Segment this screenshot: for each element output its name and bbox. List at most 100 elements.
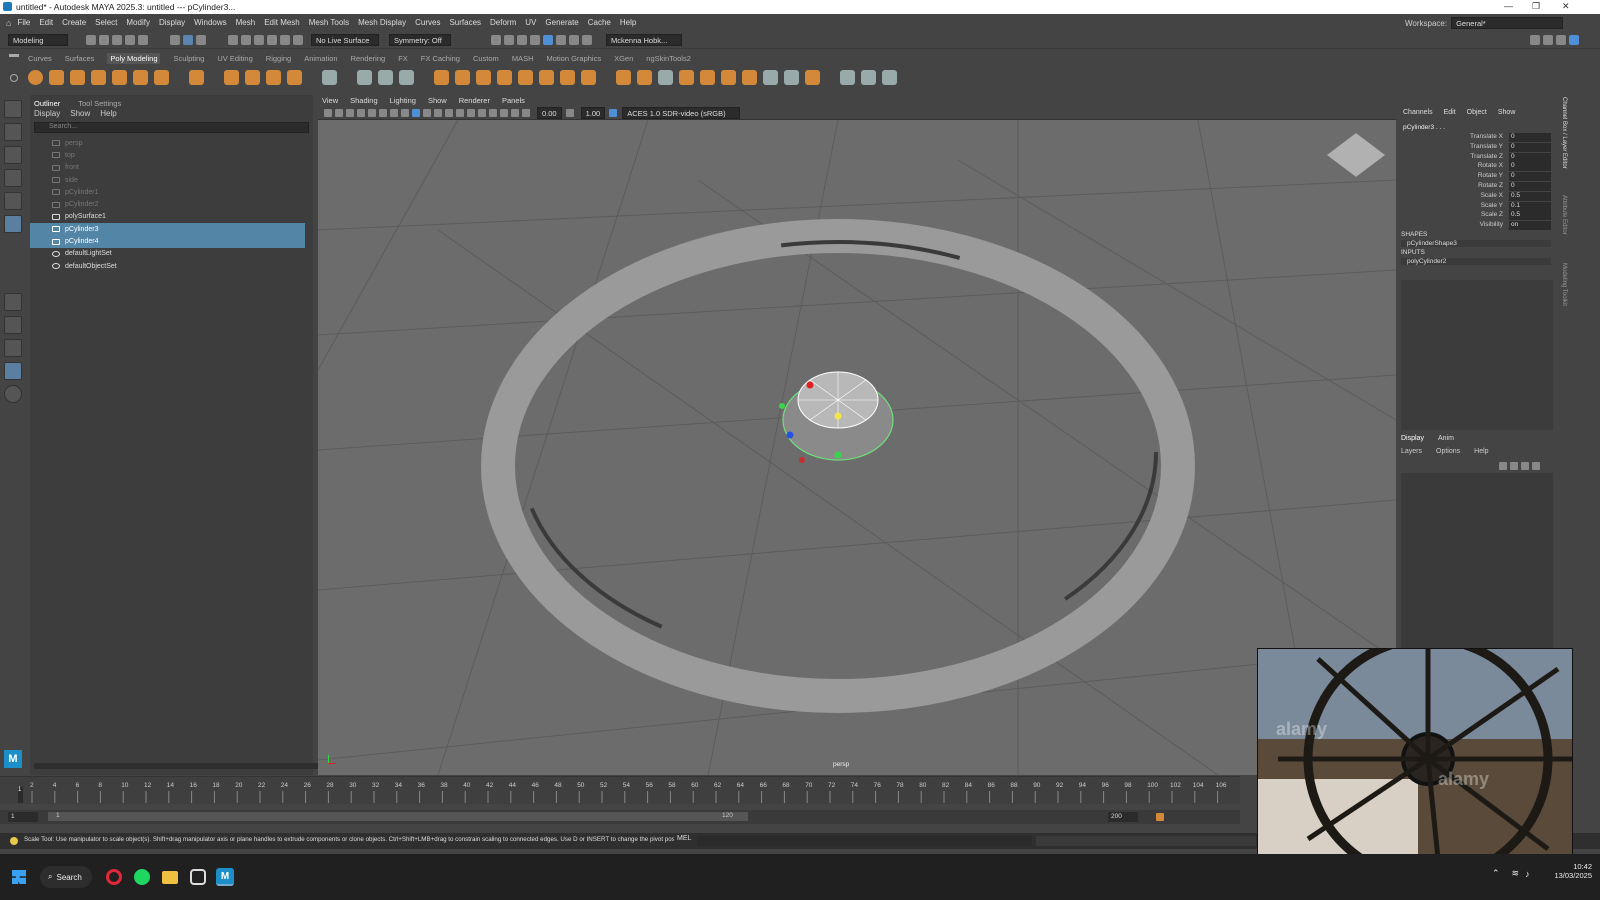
snap-view-icon[interactable] xyxy=(267,34,277,45)
menu-deform[interactable]: Deform xyxy=(490,18,516,27)
tab-tool-settings[interactable]: Tool Settings xyxy=(78,99,121,108)
motion-blur-icon[interactable] xyxy=(467,108,475,117)
xray-icon[interactable] xyxy=(500,108,508,117)
viewport-menu-show[interactable]: Show xyxy=(428,96,447,105)
attribute-row[interactable]: Visibility on xyxy=(1399,221,1555,231)
render-view-icon[interactable] xyxy=(491,34,501,45)
input-node[interactable]: polyCylinder2 xyxy=(1401,258,1551,265)
shelf-tab-curves[interactable]: Curves xyxy=(28,54,52,63)
menu-mesh-tools[interactable]: Mesh Tools xyxy=(309,18,349,27)
volume-icon[interactable]: ♪ xyxy=(1525,869,1530,879)
target-weld-icon[interactable] xyxy=(763,69,778,85)
panel-toggle-icon[interactable] xyxy=(1569,35,1579,45)
render-frame-icon[interactable] xyxy=(504,34,514,45)
poly-torus-icon[interactable] xyxy=(112,69,127,85)
attribute-value[interactable]: 0.5 xyxy=(1509,211,1551,221)
reference-video-overlay[interactable]: alamy alamy xyxy=(1257,648,1573,858)
rotate-tool-icon[interactable] xyxy=(4,192,22,210)
close-icon[interactable]: ✕ xyxy=(1562,1,1570,12)
outliner-item[interactable]: front xyxy=(30,162,305,174)
undo-icon[interactable] xyxy=(125,34,135,45)
menu-select[interactable]: Select xyxy=(95,18,117,27)
planar-mapping-icon[interactable] xyxy=(861,69,876,85)
poly-cone-icon[interactable] xyxy=(91,69,106,85)
channel-box-menu-edit[interactable]: Edit xyxy=(1444,109,1456,116)
smooth-icon[interactable] xyxy=(434,69,449,85)
remesh-icon[interactable] xyxy=(560,69,575,85)
menu-modify[interactable]: Modify xyxy=(126,18,150,27)
outliner-item[interactable]: pCylinder3 xyxy=(30,223,305,236)
viewport-menu-shading[interactable]: Shading xyxy=(350,96,378,105)
isolate-select-icon[interactable] xyxy=(489,108,497,117)
render-settings-icon[interactable] xyxy=(530,34,540,45)
perspective-outliner-layout-icon[interactable] xyxy=(4,339,22,357)
taskbar-search-button[interactable]: ⌕ Search xyxy=(40,866,92,888)
boolean-icon[interactable] xyxy=(455,69,470,85)
poly-plane-icon[interactable] xyxy=(133,69,148,85)
arnold-render-icon[interactable] xyxy=(556,34,566,45)
bridge-icon[interactable] xyxy=(497,69,512,85)
attribute-value[interactable]: 0.5 xyxy=(1509,191,1551,201)
layer-menu-options[interactable]: Options xyxy=(1436,448,1460,455)
antialiasing-icon[interactable] xyxy=(478,108,486,117)
outliner-menu-show[interactable]: Show xyxy=(70,109,90,118)
menu-edit[interactable]: Edit xyxy=(39,18,53,27)
outliner-item[interactable]: defaultLightSet xyxy=(30,248,305,260)
attribute-value[interactable]: 0 xyxy=(1509,172,1551,182)
wedge-icon[interactable] xyxy=(805,69,820,85)
symmetry-select[interactable]: Symmetry: Off xyxy=(389,33,451,46)
shadows-icon[interactable] xyxy=(445,108,453,117)
snap-surface-icon[interactable] xyxy=(280,34,290,45)
spotify-icon[interactable] xyxy=(134,869,150,885)
scale-y-handle[interactable] xyxy=(834,451,842,459)
windows-start-icon[interactable] xyxy=(12,870,26,884)
viewport-menu-panels[interactable]: Panels xyxy=(502,96,525,105)
shelf-tab-rigging[interactable]: Rigging xyxy=(266,54,291,63)
viewport-persp[interactable]: View Shading Lighting Show Renderer Panels 0.… xyxy=(318,95,1396,775)
viewport-scene[interactable] xyxy=(318,120,1396,775)
hypershade-icon[interactable] xyxy=(543,34,553,45)
scale-z-handle[interactable] xyxy=(786,431,794,439)
shelf-tab-poly-modeling[interactable]: Poly Modeling xyxy=(107,53,161,64)
separate-icon[interactable] xyxy=(378,69,393,85)
shelf-settings-icon[interactable] xyxy=(10,74,18,82)
poly-cylinder-icon[interactable] xyxy=(70,69,85,85)
menu-create[interactable]: Create xyxy=(62,18,86,27)
attribute-row[interactable]: Scale X 0.5 xyxy=(1399,191,1555,202)
outliner-layout-icon[interactable] xyxy=(4,362,22,380)
start-frame-field[interactable]: 1 xyxy=(8,812,38,822)
outliner-item[interactable]: pCylinder4 xyxy=(30,235,305,248)
menu-display[interactable]: Display xyxy=(159,18,185,27)
maya-taskbar-icon[interactable]: M xyxy=(216,868,234,886)
lasso-tool-icon[interactable] xyxy=(4,123,22,141)
outliner-item[interactable]: pCylinder2 xyxy=(30,198,305,210)
append-polygon-icon[interactable] xyxy=(721,69,736,85)
select-tool-icon[interactable] xyxy=(4,100,22,118)
channel-box-menu-show[interactable]: Show xyxy=(1498,109,1516,116)
xray-joints-icon[interactable] xyxy=(511,108,519,117)
file-explorer-icon[interactable] xyxy=(162,870,178,884)
resolution-gate-icon[interactable] xyxy=(379,108,387,117)
side-tab-channel-box[interactable]: Channel Box / Layer Editor xyxy=(1561,97,1567,169)
collapse-icon[interactable] xyxy=(784,69,799,85)
live-surface-field[interactable]: No Live Surface xyxy=(311,33,379,46)
extrude-icon[interactable] xyxy=(616,69,631,85)
user-account-select[interactable]: Mckenna Hobk... xyxy=(606,33,682,46)
app-icon[interactable] xyxy=(190,869,206,885)
outliner-item[interactable]: polySurface1 xyxy=(30,211,305,223)
fill-hole-icon[interactable] xyxy=(518,69,533,85)
exposure-field[interactable]: 0.00 xyxy=(537,106,562,119)
exposure-icon[interactable] xyxy=(522,108,530,117)
shelf-tab-sculpting[interactable]: Sculpting xyxy=(173,54,204,63)
outliner-menu-help[interactable]: Help xyxy=(100,109,116,118)
lights-icon[interactable] xyxy=(434,108,442,117)
side-tab-modeling-toolkit[interactable]: Modeling Toolkit xyxy=(1561,263,1567,306)
attribute-value[interactable]: 0 xyxy=(1509,182,1551,191)
select-object-icon[interactable] xyxy=(183,34,193,45)
scale-plane-handle-2[interactable] xyxy=(799,457,805,463)
snap-curve-icon[interactable] xyxy=(241,34,251,45)
film-gate-icon[interactable] xyxy=(368,108,376,117)
sweep-mesh-icon[interactable] xyxy=(245,69,260,85)
pause-render-icon[interactable] xyxy=(582,34,592,45)
menu-mesh[interactable]: Mesh xyxy=(236,18,256,27)
